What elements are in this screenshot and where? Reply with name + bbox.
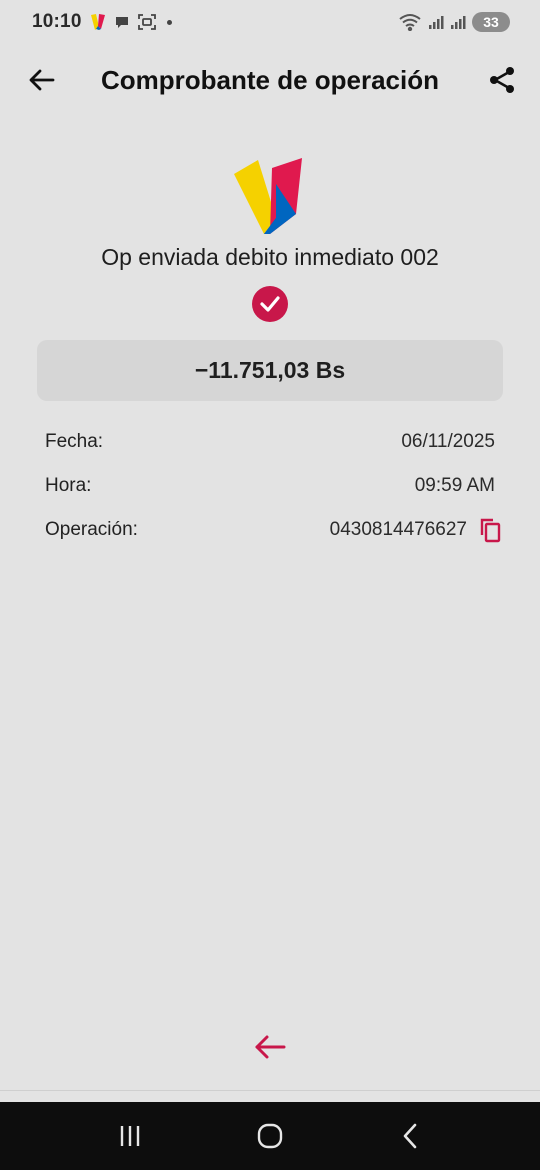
amount-display: −11.751,03 Bs bbox=[37, 340, 503, 401]
screenshot-icon bbox=[137, 14, 156, 30]
wifi-icon bbox=[398, 13, 422, 31]
operation-details: Fecha: 06/11/2025 Hora: 09:59 AM Operaci… bbox=[45, 420, 503, 552]
bottom-back-button[interactable] bbox=[250, 1030, 290, 1064]
operation-number: 0430814476627 bbox=[329, 519, 467, 540]
detail-row-time: Hora: 09:59 AM bbox=[45, 464, 503, 508]
detail-row-date: Fecha: 06/11/2025 bbox=[45, 420, 503, 464]
battery-level: 33 bbox=[483, 14, 499, 30]
status-bar-left: 10:10 bbox=[32, 11, 172, 33]
share-icon bbox=[490, 67, 514, 93]
recent-apps-icon bbox=[120, 1126, 140, 1146]
status-time: 10:10 bbox=[32, 11, 82, 32]
receipt-screen: 10:10 33 Comprobante de operación Op env… bbox=[0, 0, 540, 1170]
page-title: Comprobante de operación bbox=[100, 64, 440, 95]
system-back-button[interactable] bbox=[380, 1111, 440, 1161]
battery-icon: 33 bbox=[472, 12, 510, 32]
status-bar: 10:10 33 bbox=[0, 0, 540, 44]
signal-icon bbox=[450, 14, 466, 30]
amount-value: −11.751,03 Bs bbox=[194, 357, 346, 383]
date-value: 06/11/2025 bbox=[401, 431, 495, 452]
share-button[interactable] bbox=[484, 62, 520, 98]
divider bbox=[0, 1090, 540, 1091]
operation-title: Op enviada debito inmediato 002 bbox=[101, 244, 439, 270]
operation-value-group: 0430814476627 bbox=[330, 516, 503, 544]
copy-icon bbox=[480, 518, 501, 543]
recent-apps-button[interactable] bbox=[100, 1111, 160, 1161]
status-bar-right: 33 bbox=[398, 12, 510, 32]
app-logo-icon bbox=[90, 13, 106, 31]
system-nav-bar bbox=[0, 1102, 540, 1170]
notification-dot-icon bbox=[166, 19, 172, 25]
time-label: Hora: bbox=[45, 475, 92, 496]
check-circle-icon bbox=[252, 286, 288, 322]
app-bar: Comprobante de operación bbox=[0, 52, 540, 108]
copy-button[interactable] bbox=[477, 516, 503, 544]
signal-icon bbox=[428, 14, 444, 30]
detail-row-operation: Operación: 0430814476627 bbox=[45, 508, 503, 552]
home-button[interactable] bbox=[240, 1111, 300, 1161]
date-label: Fecha: bbox=[45, 431, 104, 452]
home-icon bbox=[257, 1123, 283, 1149]
operation-label: Operación: bbox=[45, 519, 138, 540]
back-button[interactable] bbox=[24, 62, 60, 98]
time-value: 09:59 AM bbox=[414, 475, 495, 496]
bank-logo bbox=[232, 156, 304, 236]
back-icon bbox=[403, 1123, 417, 1149]
chat-icon bbox=[114, 14, 130, 30]
arrow-left-icon bbox=[255, 1035, 286, 1059]
arrow-left-icon bbox=[29, 69, 55, 91]
